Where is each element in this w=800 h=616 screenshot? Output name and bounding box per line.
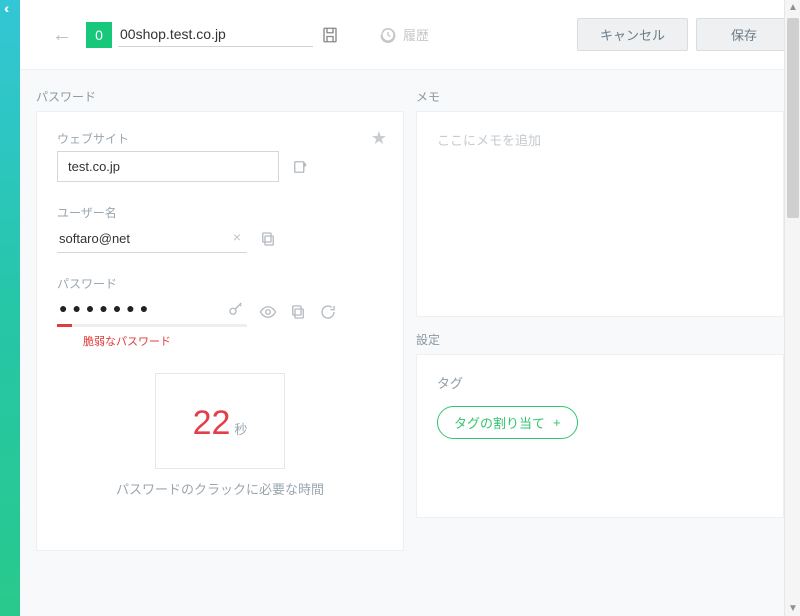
regenerate-password-icon[interactable] [319,303,337,321]
password-column: パスワード ★ ウェブサイト ユーザー名 [36,88,404,551]
favorite-star-icon[interactable]: ★ [371,128,387,149]
crack-time-unit: 秒 [234,419,247,438]
copy-password-icon[interactable] [289,303,307,321]
password-section-label: パスワード [36,88,404,105]
assign-tag-button[interactable]: タグの割り当て + [437,406,578,439]
tag-label: タグ [437,373,763,392]
clear-username-icon[interactable]: × [233,229,241,245]
memo-section-label: メモ [416,88,784,105]
vertical-scrollbar[interactable]: ▲ ▼ [784,0,800,616]
left-rail[interactable]: ‹‹ [0,0,20,616]
open-external-icon[interactable] [291,158,309,176]
collapse-chevrons-icon[interactable]: ‹‹ [4,0,5,16]
main-grid: パスワード ★ ウェブサイト ユーザー名 [36,70,784,551]
memo-placeholder: ここにメモを追加 [437,133,541,148]
assign-tag-label: タグの割り当て [454,413,545,432]
password-field-label: パスワード [57,275,383,292]
password-strength-bar [57,324,247,327]
crack-time-caption: パスワードのクラックに必要な時間 [57,479,383,498]
crack-time-number: 22 [193,404,231,443]
settings-panel: タグ タグの割り当て + [416,354,784,518]
save-button[interactable]: 保存 [696,18,792,51]
scroll-up-arrow-icon[interactable]: ▲ [785,2,800,13]
site-badge: 0 [86,22,112,48]
back-arrow-icon[interactable]: ← [52,25,72,45]
password-panel: ★ ウェブサイト ユーザー名 [36,111,404,551]
password-masked-value[interactable]: ●●●●●●● [57,296,155,324]
cancel-button[interactable]: キャンセル [577,18,688,51]
website-field-label: ウェブサイト [57,130,383,147]
main-content: ← 0 履歴 キャンセル 保存 [20,0,800,616]
history-label: 履歴 [403,25,429,44]
scroll-down-arrow-icon[interactable]: ▼ [785,603,800,614]
memo-panel[interactable]: ここにメモを追加 [416,111,784,317]
key-icon[interactable] [227,300,245,318]
copy-username-icon[interactable] [259,230,277,248]
website-input[interactable] [57,151,279,182]
entry-title-input[interactable] [118,22,313,47]
password-strength-text: 脆弱なパスワード [83,333,383,349]
username-input[interactable] [57,225,247,253]
history-icon [379,26,397,44]
crack-time-box: 22 秒 [155,373,285,469]
site-badge-letter: 0 [95,27,103,43]
right-column: メモ ここにメモを追加 設定 タグ タグの割り当て + [416,88,784,551]
scroll-thumb[interactable] [787,18,799,218]
save-disk-icon[interactable] [321,26,339,44]
username-field-label: ユーザー名 [57,204,383,221]
plus-icon: + [553,415,561,430]
reveal-password-icon[interactable] [259,303,277,321]
password-strength-fill [57,324,72,327]
history-link[interactable]: 履歴 [379,25,429,44]
header: ← 0 履歴 キャンセル 保存 [20,0,800,70]
settings-section-label: 設定 [416,331,784,348]
